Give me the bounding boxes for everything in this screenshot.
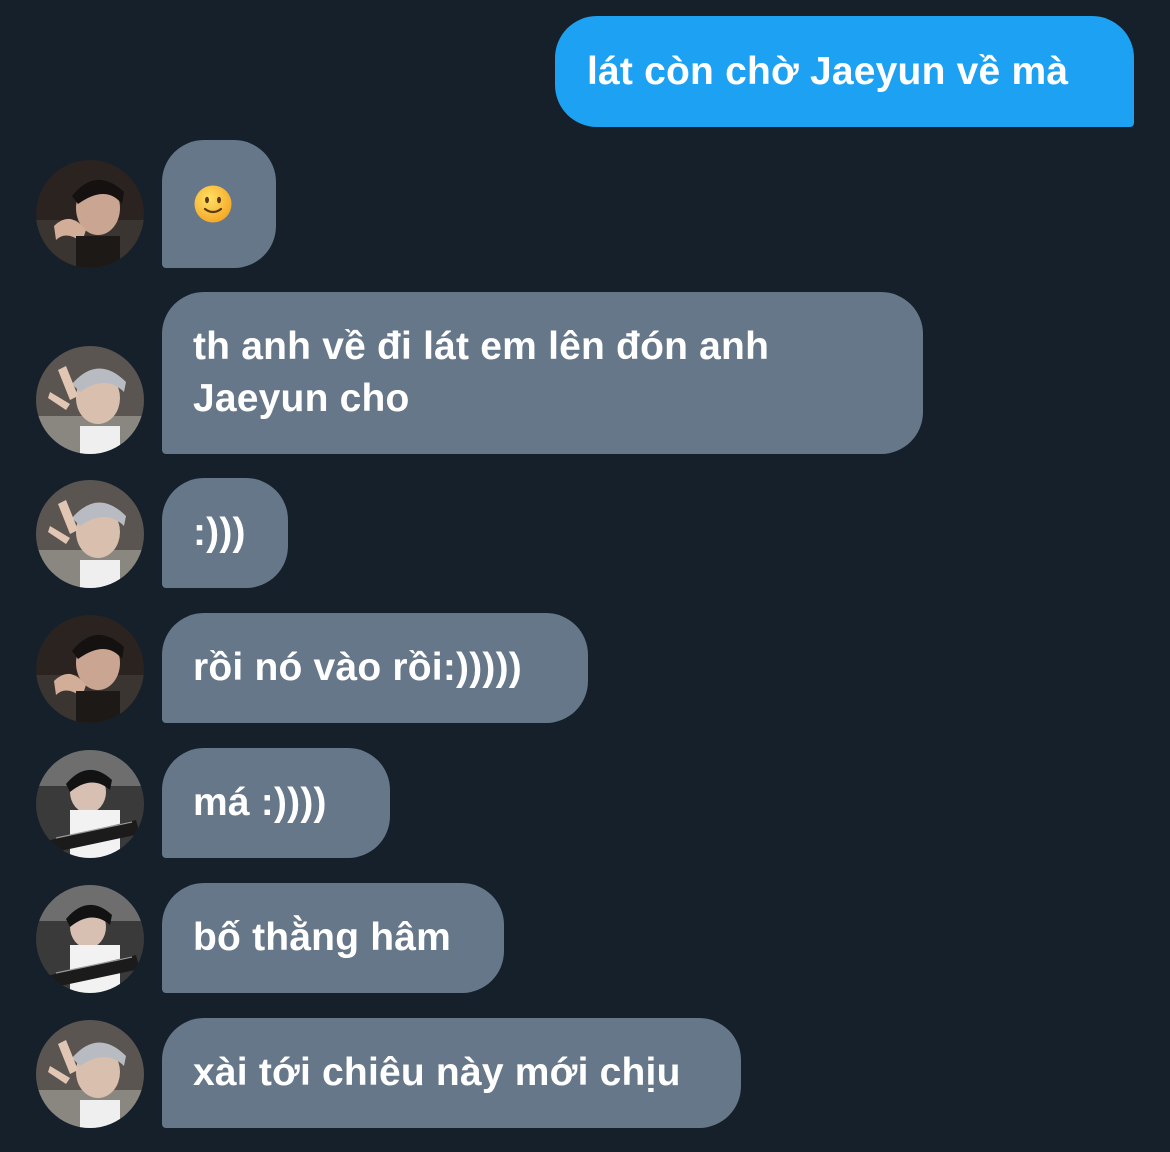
avatar-c-image [36, 885, 144, 993]
avatar-a-image [36, 615, 144, 723]
received-message: :))) [0, 478, 1170, 588]
avatar[interactable] [36, 160, 144, 268]
avatar[interactable] [36, 750, 144, 858]
received-message-bubble[interactable]: th anh về đi lát em lên đón anh Jaeyun c… [162, 292, 923, 454]
received-message-bubble[interactable]: xài tới chiêu này mới chịu [162, 1018, 741, 1128]
sent-message-bubble[interactable]: lát còn chờ Jaeyun về mà [555, 16, 1134, 127]
chat-thread: lát còn chờ Jaeyun về mà th anh về đi lá… [0, 0, 1170, 1152]
avatar-b-image [36, 480, 144, 588]
received-message-bubble[interactable] [162, 140, 276, 268]
avatar-b-image [36, 1020, 144, 1128]
message-text: rồi nó vào rồi:))))) [193, 646, 522, 689]
received-message: th anh về đi lát em lên đón anh Jaeyun c… [0, 292, 1170, 454]
avatar-a-image [36, 160, 144, 268]
received-message: rồi nó vào rồi:))))) [0, 613, 1170, 723]
avatar[interactable] [36, 1020, 144, 1128]
slightly-smiling-face-emoji [194, 185, 232, 223]
avatar[interactable] [36, 885, 144, 993]
avatar[interactable] [36, 480, 144, 588]
received-message [0, 140, 1170, 268]
received-message: bố thằng hâm [0, 883, 1170, 993]
received-message: má :)))) [0, 748, 1170, 858]
message-text: lát còn chờ Jaeyun về mà [587, 49, 1069, 93]
avatar-c-image [36, 750, 144, 858]
message-text: th anh về đi lát em lên đón anh Jaeyun c… [193, 325, 770, 420]
received-message-bubble[interactable]: rồi nó vào rồi:))))) [162, 613, 588, 723]
received-message: xài tới chiêu này mới chịu [0, 1018, 1170, 1128]
received-message-bubble[interactable]: má :)))) [162, 748, 390, 858]
message-text: má :)))) [193, 781, 327, 824]
message-text: bố thằng hâm [193, 916, 452, 959]
avatar-b-image [36, 346, 144, 454]
avatar[interactable] [36, 615, 144, 723]
message-text: xài tới chiêu này mới chịu [193, 1051, 681, 1094]
message-text: :))) [193, 511, 246, 554]
received-message-bubble[interactable]: bố thằng hâm [162, 883, 504, 993]
received-message-bubble[interactable]: :))) [162, 478, 288, 588]
avatar[interactable] [36, 346, 144, 454]
